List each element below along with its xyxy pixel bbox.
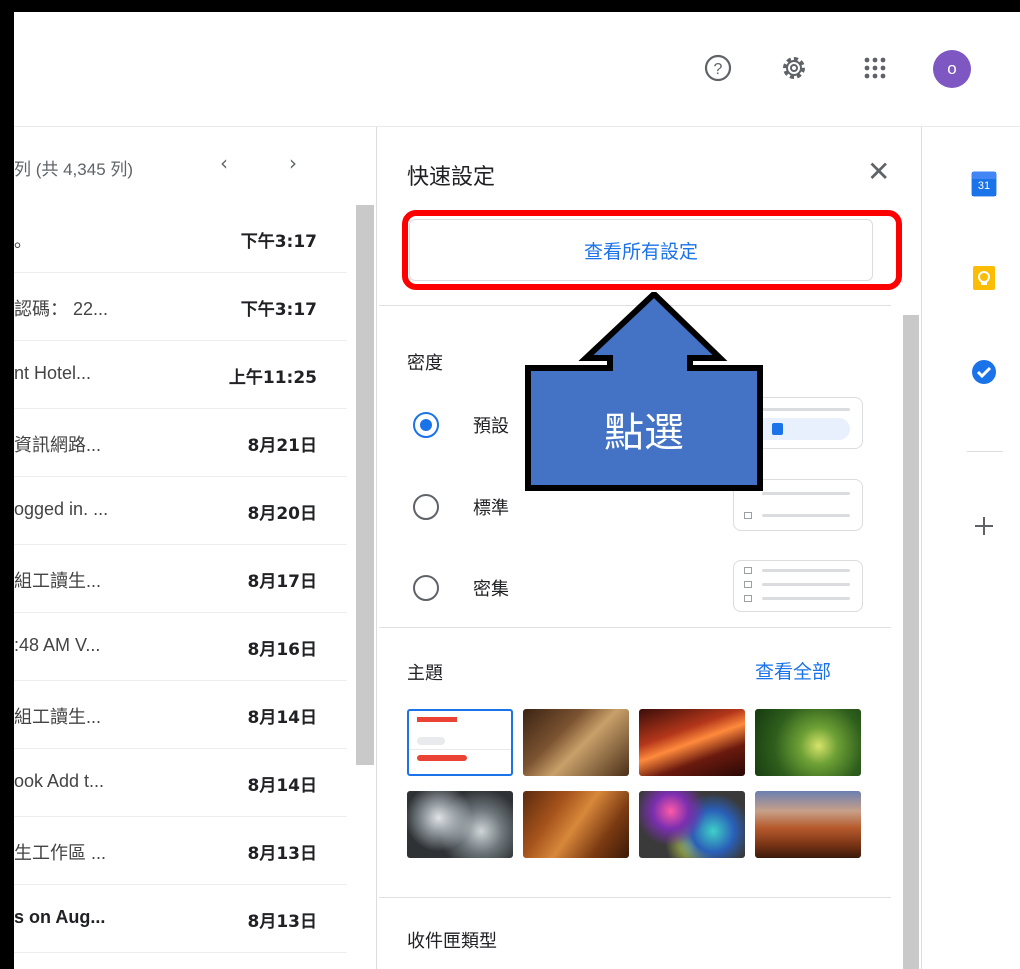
email-row[interactable]: 生工作區 ... 8月13日 (14, 817, 347, 885)
email-row[interactable]: ook Add t... 8月14日 (14, 749, 347, 817)
quick-settings-title: 快速設定 (407, 165, 496, 190)
calendar-day: 31 (977, 180, 991, 192)
message-count: 列 (共 4,345 列) (14, 160, 134, 179)
theme-thumbnail-canyon-river[interactable] (755, 791, 861, 858)
email-date: 8月17日 (247, 572, 318, 592)
close-icon[interactable]: ✕ (867, 155, 890, 188)
email-date: 下午3:17 (240, 300, 317, 320)
preview-line (762, 569, 850, 572)
email-row[interactable]: 組工讀生... 8月14日 (14, 681, 347, 749)
email-subject: :48 AM V... (14, 635, 101, 655)
preview-line (762, 514, 850, 517)
newer-page-button[interactable]: › (289, 151, 297, 175)
theme-thumbnail-canyon[interactable] (639, 709, 745, 776)
divider (379, 627, 891, 628)
pagination-bar: 列 (共 4,345 列) ‹ › (14, 127, 356, 205)
preview-checkbox (744, 512, 752, 519)
see-all-themes-link[interactable]: 查看全部 (755, 657, 831, 684)
theme-thumbnail-colorful-lights[interactable] (639, 791, 745, 858)
theme-thumbnail-green-leaf[interactable] (755, 709, 861, 776)
email-subject: 生工作區 ... (14, 843, 107, 863)
email-date: 8月21日 (247, 436, 318, 456)
density-compact-label[interactable]: 密集 (473, 575, 509, 601)
email-subject: 組工讀生... (14, 707, 102, 727)
tasks-icon[interactable] (971, 359, 997, 385)
preview-checkbox (744, 567, 752, 574)
gmail-logo (417, 717, 457, 722)
help-circle-icon[interactable]: ? (700, 50, 736, 86)
density-comfortable-radio[interactable] (413, 494, 439, 520)
svg-text:?: ? (714, 61, 723, 78)
email-row[interactable]: s on Aug... 8月13日 (14, 885, 347, 953)
email-subject: 組工讀生... (14, 571, 102, 591)
email-row[interactable]: :48 AM V... 8月16日 (14, 613, 347, 681)
arrow-shape (525, 289, 763, 491)
top-bar: ? o (14, 12, 1020, 127)
add-icon[interactable] (971, 513, 997, 539)
divider (967, 451, 1003, 452)
email-date: 8月14日 (247, 776, 318, 796)
quick-settings-scrollbar[interactable] (903, 315, 919, 969)
email-row[interactable]: ogged in. ... 8月20日 (14, 477, 347, 545)
email-list: 列 (共 4,345 列) ‹ › 。下午3:17 認碼： 22... 下午3:17… (14, 127, 374, 969)
email-date: 8月13日 (247, 912, 318, 932)
inbox-type-label: 收件匣類型 (407, 931, 497, 952)
calendar-icon[interactable]: 31 (971, 171, 997, 197)
density-compact-radio[interactable] (413, 575, 439, 601)
email-row[interactable]: 認碼： 22... 下午3:17 (14, 273, 347, 341)
email-subject: 認碼： 22... (14, 299, 109, 319)
email-subject: ogged in. ... (14, 499, 109, 519)
theme-label: 主題 (407, 663, 443, 684)
density-compact-preview[interactable] (733, 560, 863, 612)
email-subject: 資訊網路... (14, 435, 102, 455)
apps-grid-icon[interactable] (857, 50, 893, 86)
density-comfortable-label[interactable]: 標準 (473, 494, 509, 520)
annotation-highlight-box (402, 210, 902, 290)
preview-checkbox (744, 595, 752, 602)
email-row[interactable]: nt Hotel... 上午11:25 (14, 341, 347, 409)
email-row[interactable]: 資訊網路... 8月21日 (14, 409, 347, 477)
email-subject: ook Add t... (14, 771, 105, 791)
density-default-radio[interactable] (413, 412, 439, 438)
gmail-window: ? o 列 (共 4,345 列) ‹ › 。下午3:17 認碼： 22... 下午… (14, 12, 1020, 969)
annotation-arrow: 點選 (524, 289, 784, 506)
avatar[interactable]: o (933, 50, 971, 88)
email-row[interactable]: 。 下午3:17 (14, 205, 347, 273)
preview-line (417, 755, 467, 761)
email-subject: nt Hotel... (14, 363, 92, 383)
theme-thumbnail-default[interactable] (407, 709, 513, 776)
theme-thumbnail-bubbles[interactable] (407, 791, 513, 858)
email-date: 8月20日 (247, 504, 318, 524)
older-page-button[interactable]: ‹ (220, 151, 228, 175)
preview-line (762, 583, 850, 586)
list-scrollbar[interactable] (356, 205, 374, 765)
preview-line (417, 737, 445, 745)
email-subject: 。 (14, 231, 32, 251)
annotation-label: 點選 (604, 410, 684, 456)
preview-line (762, 597, 850, 600)
divider (409, 749, 511, 750)
gear-icon[interactable] (776, 50, 812, 86)
email-date: 8月13日 (247, 844, 318, 864)
email-date: 上午11:25 (228, 368, 317, 388)
email-subject: s on Aug... (14, 907, 106, 927)
email-row[interactable]: 組工讀生... 8月17日 (14, 545, 347, 613)
density-label: 密度 (407, 353, 443, 374)
side-panel: 31 (921, 127, 1020, 969)
email-date: 8月16日 (247, 640, 318, 660)
email-date: 8月14日 (247, 708, 318, 728)
preview-checkbox (744, 581, 752, 588)
quick-settings-panel: 快速設定 ✕ 查看所有設定 密度 預設 標準 密集 主題 查看全部 收件匣類型 (376, 127, 922, 969)
theme-thumbnail-chess[interactable] (523, 709, 629, 776)
density-default-label[interactable]: 預設 (473, 412, 509, 438)
keep-icon[interactable] (971, 265, 997, 291)
email-date: 下午3:17 (240, 232, 317, 252)
theme-thumbnail-autumn-leaves[interactable] (523, 791, 629, 858)
divider (379, 897, 891, 898)
